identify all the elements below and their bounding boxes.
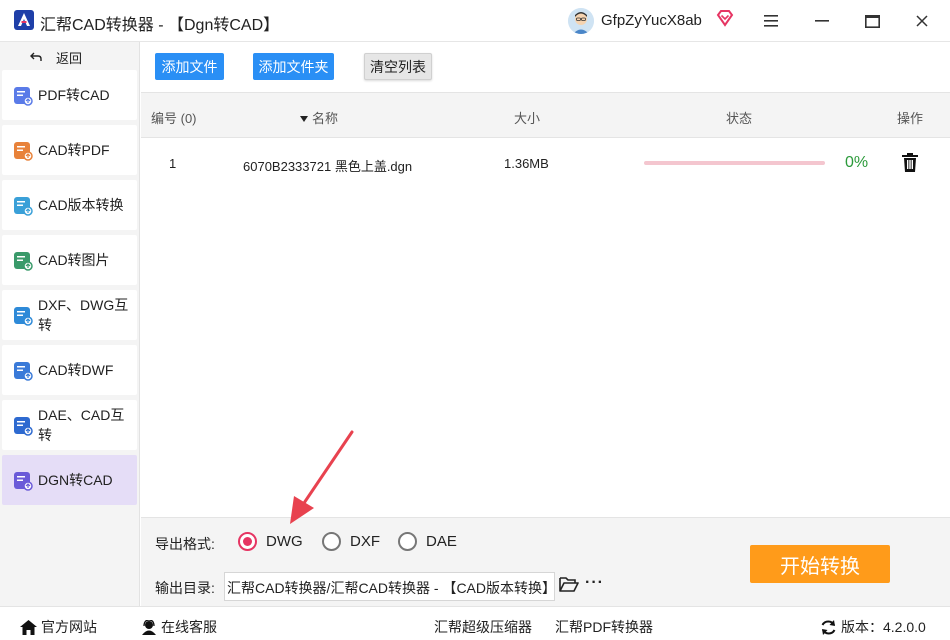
sidebar-item-6[interactable]: DAE、CAD互转 (2, 400, 137, 450)
row-index: 1 (169, 156, 177, 171)
sidebar-item-label: CAD转图片 (38, 252, 110, 268)
dgn-to-cad-icon (14, 472, 33, 491)
radio-dxf-label[interactable]: DXF (350, 533, 380, 550)
radio-dwg[interactable] (238, 532, 257, 551)
progress-percent: 0% (845, 154, 869, 171)
official-website-link[interactable]: 官方网站 (20, 617, 97, 637)
cad-to-dwf-icon (14, 362, 33, 381)
minimize-icon[interactable] (811, 10, 833, 32)
col-name[interactable]: 名称 (300, 108, 338, 127)
dae-cad-icon (14, 417, 33, 436)
more-options-icon[interactable]: ··· (585, 574, 604, 592)
refresh-icon (821, 619, 836, 635)
sidebar-item-7[interactable]: DGN转CAD (2, 455, 137, 505)
output-dir-field[interactable]: 汇帮CAD转换器/汇帮CAD转换器 - 【CAD版本转换】 (224, 572, 555, 601)
back-arrow-icon (30, 50, 42, 65)
sort-down-icon (300, 115, 308, 122)
pdf-to-cad-icon (14, 87, 33, 106)
row-filename: 6070B2333721 黑色上盖.dgn (243, 159, 413, 174)
maximize-icon[interactable] (861, 10, 883, 32)
col-index: 编号 (0) (151, 111, 197, 126)
close-icon[interactable] (911, 10, 933, 32)
pdf-converter-link[interactable]: 汇帮PDF转换器 (555, 617, 653, 637)
folder-open-icon[interactable] (559, 576, 579, 593)
title-bar: 汇帮CAD转换器 - 【Dgn转CAD】 GfpZyYucX8ab (0, 0, 950, 42)
back-button[interactable]: 返回 (30, 48, 82, 67)
sidebar-item-2[interactable]: CAD版本转换 (2, 180, 137, 230)
col-action: 操作 (897, 111, 924, 126)
annotation-arrow (290, 430, 354, 524)
cad-version-icon (14, 197, 33, 216)
format-label: 导出格式: (155, 536, 215, 552)
add-file-button[interactable]: 添加文件 (155, 53, 224, 80)
sidebar-item-3[interactable]: CAD转图片 (2, 235, 137, 285)
username[interactable]: GfpZyYucX8ab (601, 12, 702, 29)
radio-dxf[interactable] (322, 532, 341, 551)
app-logo-icon (14, 10, 34, 30)
col-status: 状态 (726, 111, 753, 126)
clear-list-button[interactable]: 清空列表 (364, 53, 432, 80)
radio-dae-label[interactable]: DAE (426, 533, 457, 550)
file-table-header: 编号 (0) 名称 大小 状态 操作 (141, 92, 950, 138)
progress-bar (644, 161, 825, 165)
status-bar: 官方网站 在线客服 汇帮超级压缩器 汇帮PDF转换器 版本：4.2.0.0 (0, 606, 950, 640)
start-convert-button[interactable]: 开始转换 (750, 545, 890, 583)
sidebar-item-label: PDF转CAD (38, 87, 110, 103)
sidebar-item-0[interactable]: PDF转CAD (2, 70, 137, 120)
trash-icon[interactable] (902, 153, 918, 172)
home-icon (20, 619, 37, 635)
online-support-link[interactable]: 在线客服 (141, 617, 217, 637)
back-label: 返回 (56, 51, 83, 66)
row-size: 1.36MB (504, 156, 549, 171)
output-dir-label: 输出目录: (155, 580, 215, 596)
cad-to-image-icon (14, 252, 33, 271)
menu-icon[interactable] (760, 10, 782, 32)
user-avatar-icon (568, 8, 594, 34)
window-title: 汇帮CAD转换器 - 【Dgn转CAD】 (40, 17, 280, 34)
vip-diamond-icon[interactable] (716, 9, 734, 27)
sidebar-item-label: DAE、CAD互转 (38, 407, 125, 443)
customer-service-icon (142, 619, 156, 635)
dxf-dwg-icon (14, 307, 33, 326)
radio-dwg-label[interactable]: DWG (266, 533, 303, 550)
sidebar-item-label: CAD转DWF (38, 362, 114, 378)
sidebar-item-4[interactable]: DXF、DWG互转 (2, 290, 137, 340)
avatar[interactable] (568, 8, 594, 34)
cad-to-pdf-icon (14, 142, 33, 161)
col-size: 大小 (514, 111, 541, 126)
sidebar-item-label: DXF、DWG互转 (38, 297, 129, 333)
sidebar-item-label: CAD版本转换 (38, 197, 124, 213)
sidebar-item-1[interactable]: CAD转PDF (2, 125, 137, 175)
version-info[interactable]: 版本：4.2.0.0 (820, 617, 926, 637)
compressor-link[interactable]: 汇帮超级压缩器 (434, 617, 532, 637)
sidebar-item-label: CAD转PDF (38, 142, 110, 158)
sidebar-item-label: DGN转CAD (38, 472, 113, 488)
add-folder-button[interactable]: 添加文件夹 (253, 53, 334, 80)
radio-dae[interactable] (398, 532, 417, 551)
sidebar-item-5[interactable]: CAD转DWF (2, 345, 137, 395)
